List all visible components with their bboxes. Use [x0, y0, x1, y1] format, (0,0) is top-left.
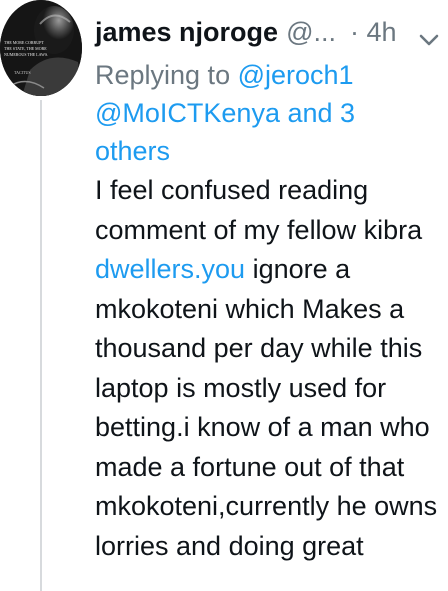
- tweet-text: I feel confused reading comment of my fe…: [95, 171, 440, 566]
- separator-dot: ·: [349, 17, 359, 47]
- chevron-down-icon[interactable]: [418, 23, 440, 46]
- tweet-text-part-1: I feel confused reading comment of my fe…: [95, 175, 423, 245]
- mention-jeroch1[interactable]: @jeroch1: [238, 60, 354, 90]
- timestamp[interactable]: · 4h: [350, 13, 397, 51]
- mention-moictkenya-and-others[interactable]: @MoICTKenya and 3 others: [95, 98, 355, 166]
- replying-to: Replying to @jeroch1 @MoICTKenya and 3 o…: [95, 56, 435, 170]
- tweet-text-part-2: ignore a mkokoteni which Makes a thousan…: [95, 254, 438, 561]
- author-handle[interactable]: @...: [286, 13, 336, 51]
- replying-to-prefix: Replying to: [95, 60, 231, 90]
- avatar[interactable]: THE MORE CORRUPT THE STATE, THE MORE NUM…: [0, 0, 82, 96]
- avatar-portrait: THE MORE CORRUPT THE STATE, THE MORE NUM…: [0, 0, 82, 96]
- tweet-header: james njoroge @... · 4h: [95, 13, 440, 51]
- avatar-quote-line-3: NUMEROUS THE LAWS.: [4, 52, 48, 57]
- avatar-quote-line-1: THE MORE CORRUPT: [4, 40, 44, 45]
- avatar-quote-author: TACITUS: [14, 70, 31, 75]
- thread-line: [40, 100, 42, 591]
- time-label: 4h: [366, 17, 397, 47]
- tweet-link[interactable]: dwellers.you: [95, 254, 245, 284]
- tweet[interactable]: THE MORE CORRUPT THE STATE, THE MORE NUM…: [0, 0, 448, 591]
- author-name[interactable]: james njoroge: [95, 13, 278, 51]
